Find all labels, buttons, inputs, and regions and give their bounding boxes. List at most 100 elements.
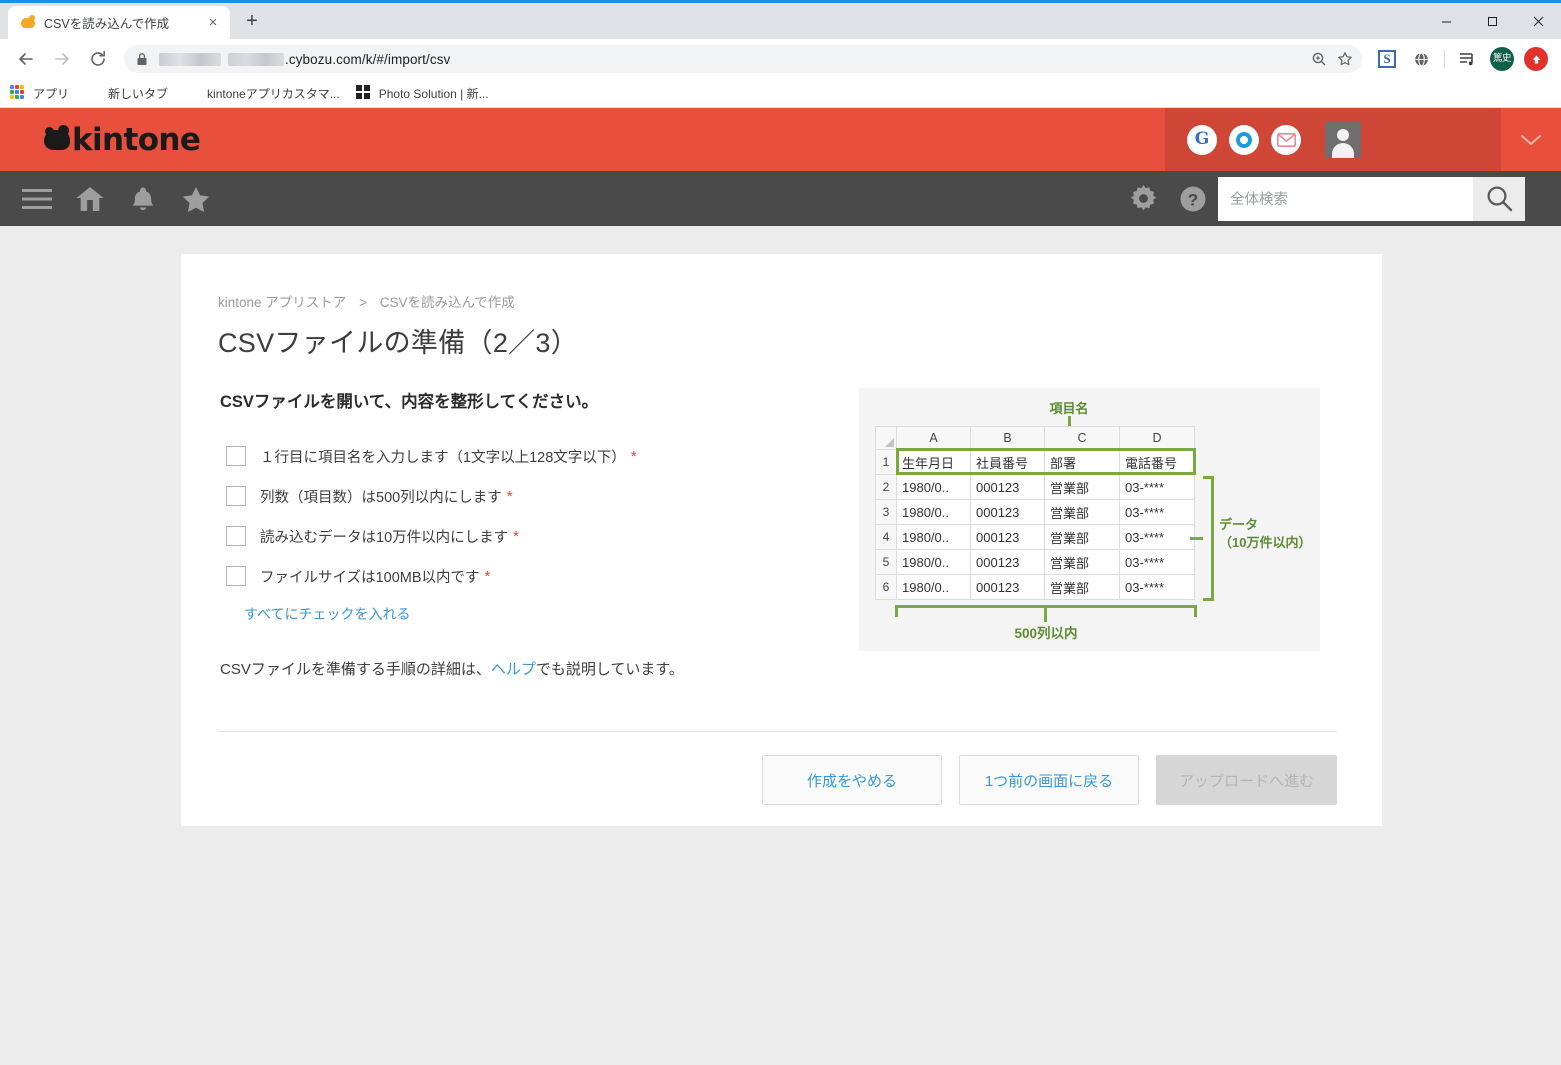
browser-titlebar: CSVを読み込んで作成 × + xyxy=(0,0,1561,39)
back-button[interactable]: 1つ前の画面に戻る xyxy=(958,755,1139,805)
required-marker: * xyxy=(513,527,519,545)
checkbox[interactable] xyxy=(226,566,246,586)
bookmark-photo-solution[interactable]: Photo Solution | 新... xyxy=(355,85,489,102)
help-sentence: CSVファイルを準備する手順の詳細は、ヘルプでも説明しています。 xyxy=(220,658,838,679)
header-app-shortcuts: G xyxy=(1165,108,1321,171)
browser-tab[interactable]: CSVを読み込んで作成 × xyxy=(8,6,230,39)
breadcrumb: kintone アプリストア > CSVを読み込んで作成 xyxy=(218,291,1337,311)
window-controls xyxy=(1423,3,1561,39)
office-app-icon[interactable] xyxy=(1229,124,1259,155)
proceed-upload-button[interactable]: アップロードへ進む xyxy=(1155,755,1337,805)
hamburger-menu-icon[interactable] xyxy=(10,171,63,226)
checklist-item-2[interactable]: 列数（項目数）は500列以内にします * xyxy=(226,476,838,516)
mail-app-icon[interactable] xyxy=(1271,124,1301,155)
reload-icon[interactable] xyxy=(83,44,113,74)
address-bar[interactable]: .cybozu.com/k/#/import/csv xyxy=(124,45,1362,73)
close-icon[interactable] xyxy=(1515,3,1561,39)
spreadsheet-row: 6 1980/0.. 000123 営業部 03-**** xyxy=(875,574,1195,600)
column-header-a: A xyxy=(896,426,971,450)
cell: 03-**** xyxy=(1119,549,1195,575)
chevron-down-icon[interactable] xyxy=(1501,133,1561,147)
breadcrumb-root[interactable]: kintone アプリストア xyxy=(218,295,346,310)
squares-icon xyxy=(355,85,372,101)
s-extension-icon[interactable]: S xyxy=(1373,45,1401,73)
spreadsheet-row: 2 1980/0.. 000123 営業部 03-**** xyxy=(875,474,1195,500)
checklist-item-3[interactable]: 読み込むデータは10万件以内にします * xyxy=(226,516,838,556)
redacted-domain xyxy=(228,53,284,66)
gear-icon[interactable] xyxy=(1118,171,1168,226)
cell: 03-**** xyxy=(1119,574,1195,600)
annotation-columns-label: 500列以内 xyxy=(1014,626,1078,641)
cell: 社員番号 xyxy=(970,449,1045,475)
help-link[interactable]: ヘルプ xyxy=(491,661,536,678)
notification-bell-icon[interactable] xyxy=(116,171,169,226)
checkbox[interactable] xyxy=(226,486,246,506)
home-icon[interactable] xyxy=(63,171,116,226)
back-arrow-icon[interactable] xyxy=(11,44,41,74)
annotation-header-label: 項目名 xyxy=(1049,401,1089,416)
column-header-c: C xyxy=(1044,426,1120,450)
page-title: CSVファイルの準備（2／3） xyxy=(218,328,579,358)
favorites-star-icon[interactable] xyxy=(169,171,222,226)
bookmarks-bar: アプリ 新しいタブ kintoneアプリカスタマ... Photo Soluti… xyxy=(0,79,1561,108)
checkbox[interactable] xyxy=(226,446,246,466)
cell: 営業部 xyxy=(1044,499,1120,525)
row-number: 6 xyxy=(875,574,897,600)
star-icon[interactable] xyxy=(1332,46,1358,72)
spreadsheet-row: 4 1980/0.. 000123 営業部 03-**** xyxy=(875,524,1195,550)
checklist-item-4[interactable]: ファイルサイズは100MB以内です * xyxy=(226,556,838,596)
zoom-magnifier-icon[interactable] xyxy=(1306,46,1332,72)
globe-icon xyxy=(85,85,101,101)
kintone-wordmark: kintone xyxy=(72,121,201,158)
bookmark-new-tab[interactable]: 新しいタブ xyxy=(85,85,168,102)
checklist-label: 読み込むデータは10万件以内にします xyxy=(260,529,509,546)
globe-extension-icon[interactable] xyxy=(1407,45,1435,73)
cell: 営業部 xyxy=(1044,549,1120,575)
required-marker: * xyxy=(506,487,513,505)
cell: 1980/0.. xyxy=(896,499,971,525)
check-all-link[interactable]: すべてにチェックを入れる xyxy=(244,604,838,624)
bookmark-apps[interactable]: アプリ xyxy=(10,85,69,102)
tab-title: CSVを読み込んで作成 xyxy=(44,17,170,31)
new-tab-button[interactable]: + xyxy=(236,5,268,37)
header-user-area[interactable] xyxy=(1321,108,1501,171)
help-icon[interactable]: ? xyxy=(1168,171,1218,226)
playlist-extension-icon[interactable] xyxy=(1454,45,1482,73)
row-number: 4 xyxy=(875,524,897,550)
help-text-before: CSVファイルを準備する手順の詳細は、 xyxy=(220,661,491,678)
cell: 000123 xyxy=(970,524,1045,550)
maximize-icon[interactable] xyxy=(1469,3,1515,39)
google-app-icon[interactable]: G xyxy=(1187,124,1217,155)
cell: 000123 xyxy=(970,474,1045,500)
kintone-header: kintone G xyxy=(0,108,1561,171)
search-input[interactable]: 全体検索 xyxy=(1218,176,1473,221)
bookmark-label: kintoneアプリカスタマ... xyxy=(207,86,340,101)
user-avatar[interactable] xyxy=(1325,121,1361,158)
select-all-corner[interactable] xyxy=(875,426,897,450)
cancel-creation-button[interactable]: 作成をやめる xyxy=(761,755,942,805)
instruction-heading: CSVファイルを開いて、内容を整形してください。 xyxy=(220,393,599,411)
tab-strip: CSVを読み込んで作成 × + xyxy=(0,3,268,39)
kintone-logo[interactable]: kintone xyxy=(44,121,201,158)
minimize-icon[interactable] xyxy=(1423,3,1469,39)
cell: 1980/0.. xyxy=(896,549,971,575)
search-icon[interactable] xyxy=(1473,176,1525,221)
kintone-navbar: ? 全体検索 xyxy=(0,171,1561,226)
bookmark-label: 新しいタブ xyxy=(108,86,169,101)
checkbox[interactable] xyxy=(226,526,246,546)
update-extension-icon[interactable] xyxy=(1522,45,1550,73)
cell: 部署 xyxy=(1044,449,1120,475)
bookmark-kintone-custom[interactable]: kintoneアプリカスタマ... xyxy=(184,85,340,102)
row-number: 5 xyxy=(875,549,897,575)
forward-arrow-icon[interactable] xyxy=(47,44,77,74)
row-number: 2 xyxy=(875,474,897,500)
profile-avatar[interactable]: 篤史 xyxy=(1488,45,1516,73)
annotation-data-label: データ （10万件以内） xyxy=(1219,516,1311,551)
columns-bracket xyxy=(895,605,1197,622)
checklist-label: 列数（項目数）は500列以内にします xyxy=(260,489,502,506)
browser-window: CSVを読み込んで作成 × + .cybozu.com/k/#/import/c… xyxy=(0,0,1561,1065)
checklist-item-1[interactable]: １行目に項目名を入力します（1文字以上128文字以下） * xyxy=(226,436,838,476)
close-icon[interactable]: × xyxy=(204,14,222,32)
spreadsheet-row: 1 生年月日 社員番号 部署 電話番号 xyxy=(875,449,1195,475)
redacted-subdomain xyxy=(159,53,221,66)
